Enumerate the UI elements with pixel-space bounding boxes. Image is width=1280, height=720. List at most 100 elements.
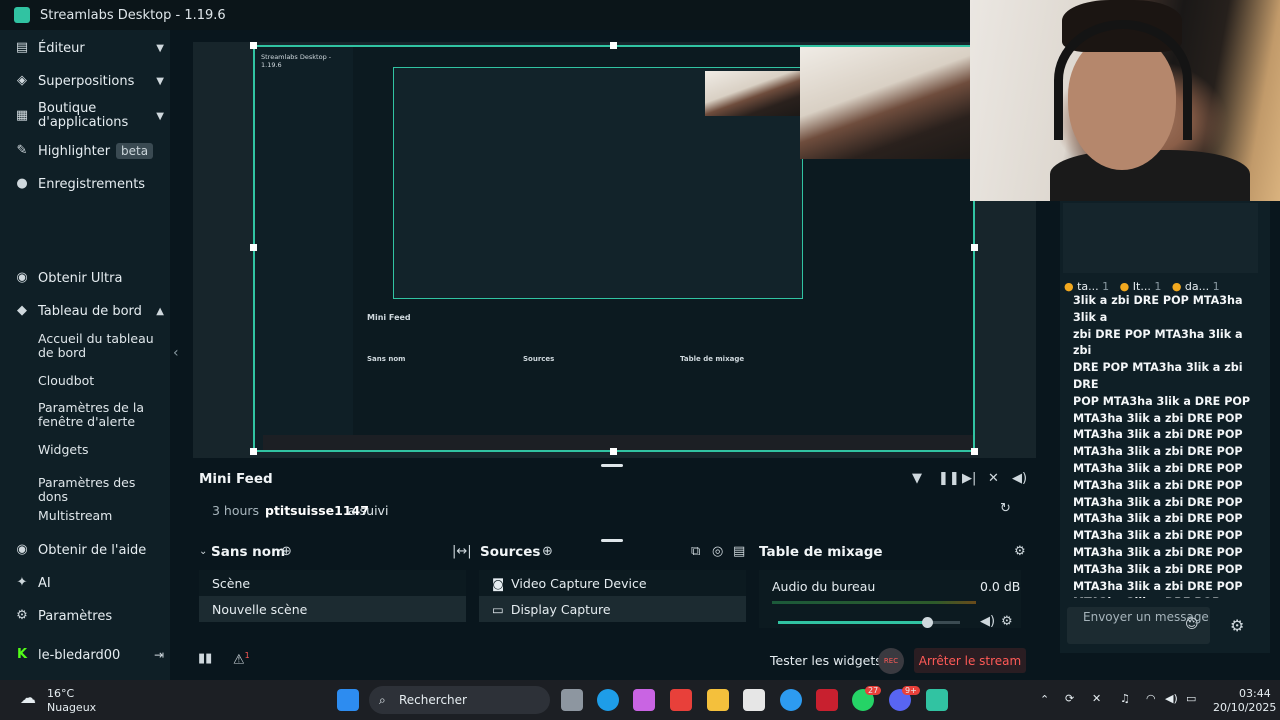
notification-off-icon[interactable]: ✕ <box>1092 692 1101 705</box>
resize-handle[interactable] <box>971 448 978 455</box>
test-widgets-button[interactable]: Tester les widgets <box>770 653 882 668</box>
sidebar-subitem-multistream[interactable]: Multistream <box>38 509 163 523</box>
scene-transitions-icon[interactable]: |↔| <box>452 544 472 559</box>
battery-icon[interactable]: ▭ <box>1186 692 1196 705</box>
sidebar-item-editor[interactable]: ▤ Éditeur ▼ <box>14 40 164 56</box>
chevron-down-icon[interactable]: ▼ <box>156 76 164 87</box>
chrome-icon[interactable] <box>780 689 802 711</box>
chevron-down-icon[interactable]: ▼ <box>156 111 164 122</box>
resize-handle[interactable] <box>250 244 257 251</box>
source-item[interactable]: ◙ Video Capture Device <box>479 570 746 596</box>
sidebar-item-help[interactable]: ◉ Obtenir de l'aide <box>14 542 164 558</box>
volume-slider-fill <box>778 621 928 624</box>
mixer-channel-name: Audio du bureau <box>772 579 876 594</box>
chat-tab[interactable]: It... <box>1133 280 1151 293</box>
resize-handle[interactable] <box>971 244 978 251</box>
stop-stream-button[interactable]: Arrêter le stream <box>914 648 1026 673</box>
sidebar-subitem-dashboard-home[interactable]: Accueil du tableau de bord <box>38 332 163 360</box>
chat-settings-icon[interactable]: ⚙ <box>1230 616 1244 635</box>
file-explorer-icon[interactable] <box>707 689 729 711</box>
chevron-up-icon[interactable]: ⌃ <box>1040 693 1049 706</box>
chat-tab[interactable]: da... <box>1185 280 1209 293</box>
wrench-icon[interactable]: ✕ <box>988 471 999 486</box>
refresh-icon[interactable]: ↻ <box>1000 501 1011 516</box>
resize-handle[interactable] <box>250 42 257 49</box>
chat-tabs[interactable]: ● ta... 1 ● It... 1 ● da... 1 <box>1064 280 1220 293</box>
nested-taskbar <box>263 435 973 450</box>
scenes-title: Sans nom <box>211 544 286 560</box>
store-icon[interactable] <box>743 689 765 711</box>
scene-item[interactable]: Scène <box>199 570 466 596</box>
chevron-down-icon[interactable]: ⌄ <box>199 546 207 557</box>
chevron-up-icon[interactable]: ▲ <box>156 306 164 317</box>
chat-tab[interactable]: ta... <box>1077 280 1099 293</box>
sidebar-collapse-icon[interactable]: ‹ <box>173 345 179 361</box>
sidebar-item-overlays[interactable]: ◈ Superpositions ▼ <box>14 73 164 89</box>
weather-temp[interactable]: 16°C <box>47 687 74 700</box>
chat-message-line: MTA3ha 3lik a zbi DRE POP <box>1073 562 1243 576</box>
alert-icon[interactable]: ⚠1 <box>233 651 250 667</box>
wifi-icon[interactable]: ◠ <box>1146 692 1156 705</box>
chevron-down-icon[interactable]: ▼ <box>156 43 164 54</box>
folder-icon[interactable]: ▤ <box>733 544 745 559</box>
sidebar-item-account[interactable]: Kle-bledard00 ⇥ <box>14 647 164 663</box>
sidebar-item-ultra[interactable]: ◉ Obtenir Ultra <box>14 270 164 286</box>
sidebar-subitem-widgets[interactable]: Widgets <box>38 443 163 457</box>
resize-handle[interactable] <box>250 448 257 455</box>
copilot-icon[interactable] <box>633 689 655 711</box>
volume-icon[interactable]: ◀) <box>1012 471 1027 486</box>
source-group-icon[interactable]: ⧉ <box>691 544 700 559</box>
resize-handle[interactable] <box>610 448 617 455</box>
logout-icon[interactable]: ⇥ <box>154 648 164 662</box>
discord-badge: 9+ <box>902 686 920 695</box>
sidebar-item-ai[interactable]: ✦ AI <box>14 575 164 591</box>
add-scene-icon[interactable]: ⊕ <box>281 544 292 559</box>
windows-start-icon[interactable] <box>337 689 359 711</box>
nested-sidebar: Streamlabs Desktop - 1.19.6 <box>255 47 353 450</box>
resize-handle[interactable] <box>610 42 617 49</box>
filter-icon[interactable]: ▼ <box>912 471 922 486</box>
sidebar-subitem-cloudbot[interactable]: Cloudbot <box>38 374 163 388</box>
add-source-icon[interactable]: ⊕ <box>542 544 553 559</box>
sidebar-item-highlighter[interactable]: ✎ Highlighter beta <box>14 143 164 159</box>
source-item-selected[interactable]: ▭ Display Capture <box>479 596 746 622</box>
channel-settings-icon[interactable]: ⚙ <box>1001 614 1013 629</box>
skip-icon[interactable]: ▶| <box>962 471 976 486</box>
audio-settings-icon[interactable]: ◎ <box>712 544 723 559</box>
sidebar-item-app-store[interactable]: ▦ Boutique d'applications ▼ <box>14 102 164 130</box>
settings-icon: ⚙ <box>16 608 28 623</box>
weather-icon[interactable]: ☁ <box>20 688 36 707</box>
recordings-icon: ● <box>16 176 28 191</box>
sidebar-item-settings[interactable]: ⚙ Paramètres <box>14 608 164 624</box>
sidebar-subitem-donation-settings[interactable]: Paramètres des dons <box>38 476 163 504</box>
mute-icon[interactable]: ◀) <box>980 614 995 629</box>
pause-icon[interactable]: ❚❚ <box>938 471 960 486</box>
chat-message-line: MTA3ha 3lik a zbi DRE POP <box>1073 529 1243 543</box>
display-capture-source[interactable]: Streamlabs Desktop - 1.19.6 Mini Feed Sa… <box>253 45 975 452</box>
sync-icon[interactable]: ⟳ <box>1065 692 1074 705</box>
mcafee-icon[interactable] <box>816 689 838 711</box>
sidebar-subitem-alert-settings[interactable]: Paramètres de la fenêtre d'alerte <box>38 401 163 429</box>
chat-message-line: MTA3ha 3lik a zbi DRE POP <box>1073 461 1243 475</box>
taskbar-search[interactable]: ⌕ Rechercher <box>369 686 550 714</box>
volume-icon[interactable]: ◀) <box>1165 692 1178 705</box>
app-icon[interactable] <box>670 689 692 711</box>
task-view-icon[interactable] <box>561 689 583 711</box>
streamlabs-taskbar-icon[interactable] <box>926 689 948 711</box>
editor-icon: ▤ <box>15 40 29 55</box>
headset-icon <box>1054 20 1192 140</box>
clock-time[interactable]: 03:44 <box>1239 687 1271 700</box>
record-button[interactable]: REC <box>878 648 904 674</box>
microphone-icon[interactable]: ♫ <box>1120 692 1130 705</box>
performance-icon[interactable]: ▮▮ <box>198 651 212 666</box>
preview-resize-handle[interactable] <box>601 464 623 467</box>
emoji-icon[interactable]: ☺ <box>1185 617 1199 632</box>
edge-icon[interactable] <box>597 689 619 711</box>
sidebar-item-dashboard[interactable]: ◆ Tableau de bord ▲ <box>14 303 164 319</box>
clock-date[interactable]: 20/10/2025 <box>1213 701 1276 714</box>
mixer-settings-icon[interactable]: ⚙ <box>1014 544 1026 559</box>
panel-resize-handle[interactable] <box>601 539 623 542</box>
chat-message-line: zbi DRE POP MTA3ha 3lik a zbi <box>1073 327 1243 358</box>
sidebar-item-recordings[interactable]: ● Enregistrements <box>14 176 164 192</box>
scene-item-selected[interactable]: Nouvelle scène <box>199 596 466 622</box>
